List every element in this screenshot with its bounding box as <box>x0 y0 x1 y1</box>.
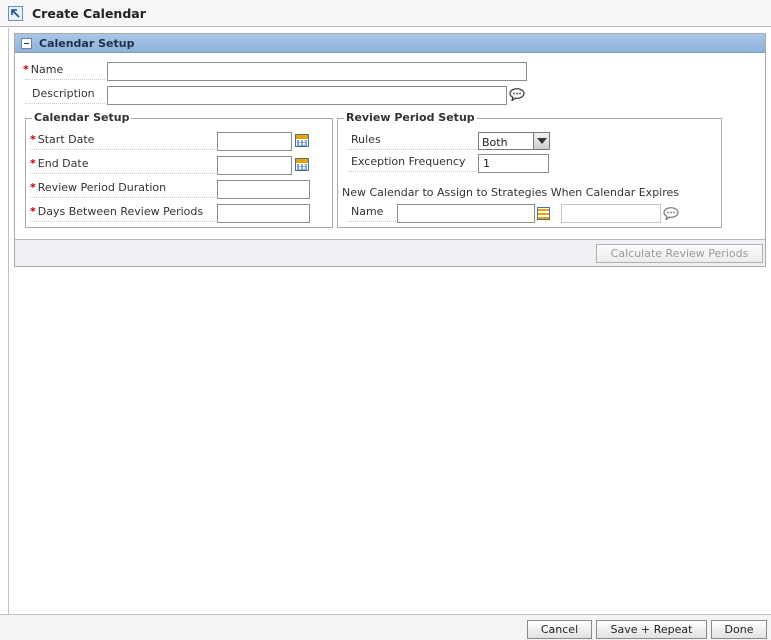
divider <box>348 171 476 172</box>
days-between-input[interactable] <box>217 204 310 223</box>
name-input[interactable] <box>107 62 527 81</box>
divider <box>30 197 215 198</box>
end-date-label-text: End Date <box>37 157 89 170</box>
divider <box>30 149 215 150</box>
done-button[interactable]: Done <box>711 620 767 639</box>
review-period-duration-label: * Review Period Duration <box>30 181 166 194</box>
start-date-label: * Start Date <box>30 133 94 146</box>
divider <box>25 79 105 80</box>
calendar-icon[interactable] <box>295 134 309 147</box>
new-calendar-label: New Calendar to Assign to Strategies Whe… <box>342 186 680 199</box>
divider <box>30 221 215 222</box>
required-marker: * <box>23 63 29 76</box>
description-label: Description <box>32 87 95 100</box>
calculate-review-periods-button[interactable]: Calculate Review Periods <box>596 244 763 263</box>
divider <box>30 173 215 174</box>
title-bar: Create Calendar <box>0 0 771 27</box>
panel-header: Calendar Setup <box>15 34 765 53</box>
speech-bubble-icon[interactable] <box>509 88 525 102</box>
divider <box>348 221 396 222</box>
save-repeat-button[interactable]: Save + Repeat <box>596 620 707 639</box>
required-marker: * <box>30 157 36 170</box>
required-marker: * <box>30 205 36 218</box>
exception-frequency-input[interactable] <box>478 154 549 173</box>
page-title: Create Calendar <box>32 6 146 21</box>
divider <box>25 103 105 104</box>
end-date-input[interactable] <box>217 156 292 175</box>
rules-select-value: Both <box>482 136 508 149</box>
collapse-icon[interactable] <box>21 38 32 49</box>
panel-footer: Calculate Review Periods <box>14 239 766 267</box>
cancel-button[interactable]: Cancel <box>527 620 592 639</box>
review-period-setup-legend: Review Period Setup <box>344 111 477 124</box>
bottom-action-bar: Cancel Save + Repeat Done <box>0 614 771 640</box>
calendar-setup-panel: Calendar Setup * Name Description Calenda… <box>14 33 766 267</box>
end-date-label: * End Date <box>30 157 88 170</box>
start-date-label-text: Start Date <box>37 133 95 146</box>
list-icon[interactable] <box>537 207 550 220</box>
divider <box>348 149 476 150</box>
days-between-label: * Days Between Review Periods <box>30 205 203 218</box>
calendar-setup-legend: Calendar Setup <box>32 111 132 124</box>
name-label-text: Name <box>30 63 64 76</box>
new-calendar-description-input[interactable] <box>561 204 661 223</box>
days-between-label-text: Days Between Review Periods <box>37 205 204 218</box>
description-input[interactable] <box>107 86 507 105</box>
arrow-up-left-icon[interactable] <box>8 6 23 21</box>
name-label: * Name <box>23 63 63 76</box>
panel-title: Calendar Setup <box>39 37 135 50</box>
calendar-icon[interactable] <box>295 158 309 171</box>
review-period-duration-label-text: Review Period Duration <box>37 181 167 194</box>
start-date-input[interactable] <box>217 132 292 151</box>
rules-select[interactable]: Both <box>478 132 550 150</box>
required-marker: * <box>30 133 36 146</box>
new-calendar-name-label: Name <box>351 205 384 218</box>
calendar-setup-group: Calendar Setup * Start Date * End Date * Re… <box>25 111 333 228</box>
chevron-down-icon[interactable] <box>533 133 549 149</box>
review-period-duration-input[interactable] <box>217 180 310 199</box>
required-marker: * <box>30 181 36 194</box>
rules-label: Rules <box>351 133 381 146</box>
speech-bubble-icon[interactable] <box>663 207 679 221</box>
new-calendar-name-input[interactable] <box>397 204 535 223</box>
exception-frequency-label: Exception Frequency <box>351 155 466 168</box>
review-period-setup-group: Review Period Setup Rules Both Exception… <box>337 111 722 228</box>
